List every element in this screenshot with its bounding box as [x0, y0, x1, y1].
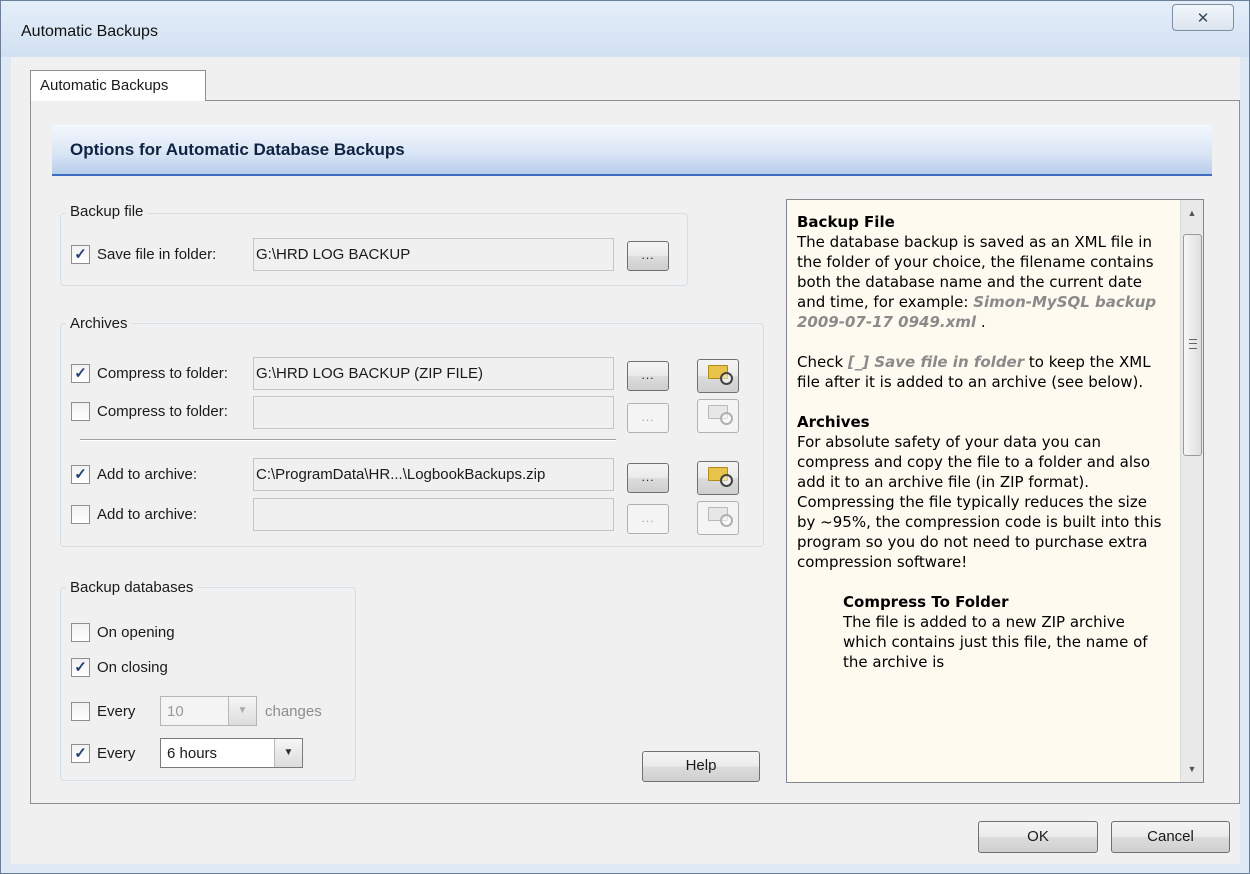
ok-button[interactable]: OK — [978, 821, 1098, 853]
window-title: Automatic Backups — [21, 23, 158, 40]
grip-icon — [1189, 339, 1197, 349]
help-panel[interactable]: Backup File The database backup is saved… — [786, 199, 1204, 783]
every-changes-checkbox[interactable] — [71, 702, 90, 721]
every-hours-checkbox[interactable]: ✓ — [71, 744, 90, 763]
save-file-path-field[interactable]: G:\HRD LOG BACKUP — [253, 238, 614, 271]
on-closing-checkbox[interactable]: ✓ — [71, 658, 90, 677]
backup-databases-group-title: Backup databases — [66, 579, 198, 596]
help-compress-section: Compress To Folder The file is added to … — [797, 592, 1170, 672]
compress-folder-2-checkbox[interactable] — [71, 402, 90, 421]
compress-folder-1-browse-button[interactable]: ... — [627, 361, 669, 391]
close-icon: ✕ — [1196, 9, 1210, 27]
backup-file-group-title: Backup file — [66, 203, 148, 220]
close-button[interactable]: ✕ — [1172, 4, 1234, 31]
compress-folder-1-label: Compress to folder: — [97, 365, 228, 382]
hours-interval-select[interactable]: 6 hours ▼ — [160, 738, 303, 768]
page-title: Options for Automatic Database Backups — [52, 125, 1212, 176]
tab-automatic-backups[interactable]: Automatic Backups — [30, 70, 206, 101]
cancel-button[interactable]: Cancel — [1111, 821, 1230, 853]
compress-folder-2-open-button[interactable] — [697, 399, 739, 433]
help-text: Backup File The database backup is saved… — [787, 200, 1180, 782]
save-file-browse-button[interactable]: ... — [627, 241, 669, 271]
help-button[interactable]: Help — [642, 751, 760, 782]
chevron-down-icon: ▼ — [274, 739, 302, 767]
folder-search-icon — [708, 467, 733, 487]
scroll-down-icon[interactable]: ▼ — [1181, 758, 1203, 780]
add-archive-2-path-field[interactable] — [253, 498, 614, 531]
add-archive-2-label: Add to archive: — [97, 506, 198, 523]
scrollbar-thumb[interactable] — [1183, 234, 1202, 456]
every-hours-label: Every — [97, 745, 136, 762]
compress-folder-2-label: Compress to folder: — [97, 403, 228, 420]
add-archive-2-open-button[interactable] — [697, 501, 739, 535]
changes-count-value: 10 — [167, 703, 184, 720]
add-archive-2-browse-button[interactable]: ... — [627, 504, 669, 534]
folder-search-icon — [708, 507, 733, 527]
save-file-checkbox[interactable]: ✓ — [71, 245, 90, 264]
title-bar: Automatic Backups ✕ — [1, 1, 1249, 57]
help-check-code: [_] Save file in folder — [847, 353, 1025, 371]
compress-folder-1-checkbox[interactable]: ✓ — [71, 364, 90, 383]
help-scrollbar[interactable]: ▲ ▼ — [1180, 200, 1203, 782]
folder-search-icon — [708, 405, 733, 425]
compress-folder-1-path-field[interactable]: G:\HRD LOG BACKUP (ZIP FILE) — [253, 357, 614, 390]
help-backup-file-paragraph: The database backup is saved as an XML f… — [797, 232, 1170, 332]
on-closing-label: On closing — [97, 659, 168, 676]
changes-count-select[interactable]: 10 ▼ — [160, 696, 257, 726]
help-archives-text: For absolute safety of your data you can… — [797, 433, 1162, 571]
archives-divider — [80, 439, 616, 441]
compress-folder-1-open-button[interactable] — [697, 359, 739, 393]
changes-suffix-label: changes — [265, 703, 322, 720]
on-opening-label: On opening — [97, 624, 175, 641]
help-check-paragraph: Check [_] Save file in folder to keep th… — [797, 352, 1170, 392]
help-backup-file-end: . — [976, 313, 986, 331]
help-compress-heading: Compress To Folder — [843, 593, 1009, 611]
every-changes-label: Every — [97, 703, 136, 720]
add-archive-2-checkbox[interactable] — [71, 505, 90, 524]
on-opening-checkbox[interactable] — [71, 623, 90, 642]
hours-interval-value: 6 hours — [167, 745, 218, 762]
scroll-up-icon[interactable]: ▲ — [1181, 202, 1203, 224]
help-backup-file-heading: Backup File — [797, 213, 895, 231]
add-archive-1-browse-button[interactable]: ... — [627, 463, 669, 493]
help-archives-heading: Archives — [797, 413, 870, 431]
chevron-down-icon: ▼ — [228, 697, 256, 725]
compress-folder-2-browse-button[interactable]: ... — [627, 403, 669, 433]
help-check-prefix: Check — [797, 353, 848, 371]
add-archive-1-path-field[interactable]: C:\ProgramData\HR...\LogbookBackups.zip — [253, 458, 614, 491]
add-archive-1-label: Add to archive: — [97, 466, 198, 483]
add-archive-1-checkbox[interactable]: ✓ — [71, 465, 90, 484]
help-compress-text: The file is added to a new ZIP archive w… — [843, 613, 1148, 671]
folder-search-icon — [708, 365, 733, 385]
archives-group-title: Archives — [66, 315, 132, 332]
compress-folder-2-path-field[interactable] — [253, 396, 614, 429]
add-archive-1-open-button[interactable] — [697, 461, 739, 495]
save-file-label: Save file in folder: — [97, 246, 217, 263]
